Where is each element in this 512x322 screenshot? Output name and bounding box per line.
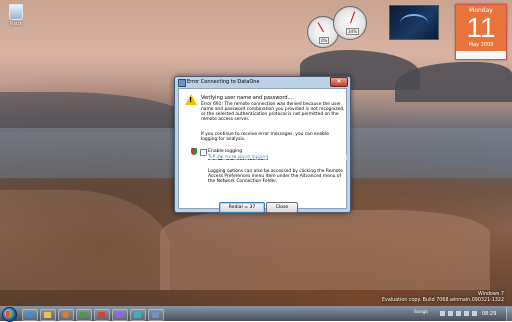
memory-meter-gauge[interactable]: 34% xyxy=(333,6,367,40)
flag-tray-icon[interactable] xyxy=(472,311,477,316)
calendar-footer xyxy=(456,51,506,59)
logging-options-text: Logging options can also be accessed by … xyxy=(208,169,343,184)
taskbar-app[interactable] xyxy=(130,309,146,321)
warning-icon-mark: ! xyxy=(189,96,193,104)
taskbar-app[interactable] xyxy=(112,309,128,321)
network-connection-icon xyxy=(152,312,159,318)
memory-meter-needle xyxy=(350,11,356,24)
verifying-text: Verifying user name and password... xyxy=(201,95,293,101)
app-icon xyxy=(98,312,105,318)
error-dialog[interactable]: Error Connecting to DataOne ✕ ! Verifyin… xyxy=(174,76,351,213)
error-message: Error 691: The remote connection was den… xyxy=(201,102,345,122)
windows-build-info: Evaluation copy. Build 7068.winmain.0903… xyxy=(381,298,504,303)
memory-meter-value: 34% xyxy=(346,28,359,35)
taskbar-media-player[interactable] xyxy=(58,309,74,321)
internet-explorer-icon xyxy=(26,312,33,318)
slideshow-gadget[interactable] xyxy=(389,5,439,40)
calendar-month-year: May 2009 xyxy=(468,42,494,48)
taskbar-app[interactable] xyxy=(76,309,92,321)
dialog-body: ! Verifying user name and password... Er… xyxy=(178,88,347,213)
mountain-silhouette xyxy=(0,92,190,132)
volume-tray-icon[interactable] xyxy=(464,311,469,316)
taskbar-explorer[interactable] xyxy=(40,309,56,321)
show-desktop-button[interactable] xyxy=(506,307,512,321)
app-icon xyxy=(80,312,87,318)
town-area xyxy=(160,210,490,290)
folder-icon xyxy=(44,312,51,318)
calendar-date-band: Monday 11 May 2009 xyxy=(456,5,506,51)
calendar-gadget[interactable]: Monday 11 May 2009 xyxy=(455,4,507,60)
windows-build-text: Windows 7 Evaluation copy. Build 7068.wi… xyxy=(382,292,504,304)
recycle-bin-shortcut[interactable]: Rsux xyxy=(5,4,27,27)
dialog-title: Error Connecting to DataOne xyxy=(187,79,260,85)
network-tray-icon[interactable] xyxy=(456,311,461,316)
taskbar-ie[interactable] xyxy=(22,309,38,321)
calendar-day: 11 xyxy=(466,12,496,43)
network-connection-icon xyxy=(178,79,186,87)
app-icon xyxy=(116,312,123,318)
recycle-bin-label: Rsux xyxy=(9,21,23,27)
watermark-text: Resented ByChandra Prasanna Jeet Pani xyxy=(180,153,349,162)
dialog-close-button[interactable]: ✕ xyxy=(330,77,348,87)
taskbar-app[interactable] xyxy=(94,309,110,321)
redial-button[interactable]: Redial = 37 xyxy=(219,202,265,213)
songs-toolbar[interactable]: Songs xyxy=(414,310,428,315)
tray-icon[interactable] xyxy=(440,311,445,316)
recycle-bin-icon xyxy=(9,4,23,20)
town-area xyxy=(0,190,170,290)
tray-icon[interactable] xyxy=(448,311,453,316)
windows-logo-icon xyxy=(6,311,12,317)
app-icon xyxy=(134,312,141,318)
continue-text: If you continue to receive error message… xyxy=(201,132,329,142)
cpu-meter-value: 0% xyxy=(319,37,330,44)
cpu-meter-needle xyxy=(317,22,324,33)
taskbar-clock[interactable]: 08:29 xyxy=(482,311,496,317)
media-player-icon xyxy=(62,312,69,318)
dialog-titlebar[interactable]: Error Connecting to DataOne ✕ xyxy=(175,77,350,88)
taskbar: Songs 08:29 xyxy=(0,306,512,322)
desktop: Rsux 0% 34% Monday 11 May 2009 Error Con… xyxy=(0,0,512,306)
close-button[interactable]: Close xyxy=(266,202,298,213)
taskbar-dialer[interactable] xyxy=(148,309,164,321)
